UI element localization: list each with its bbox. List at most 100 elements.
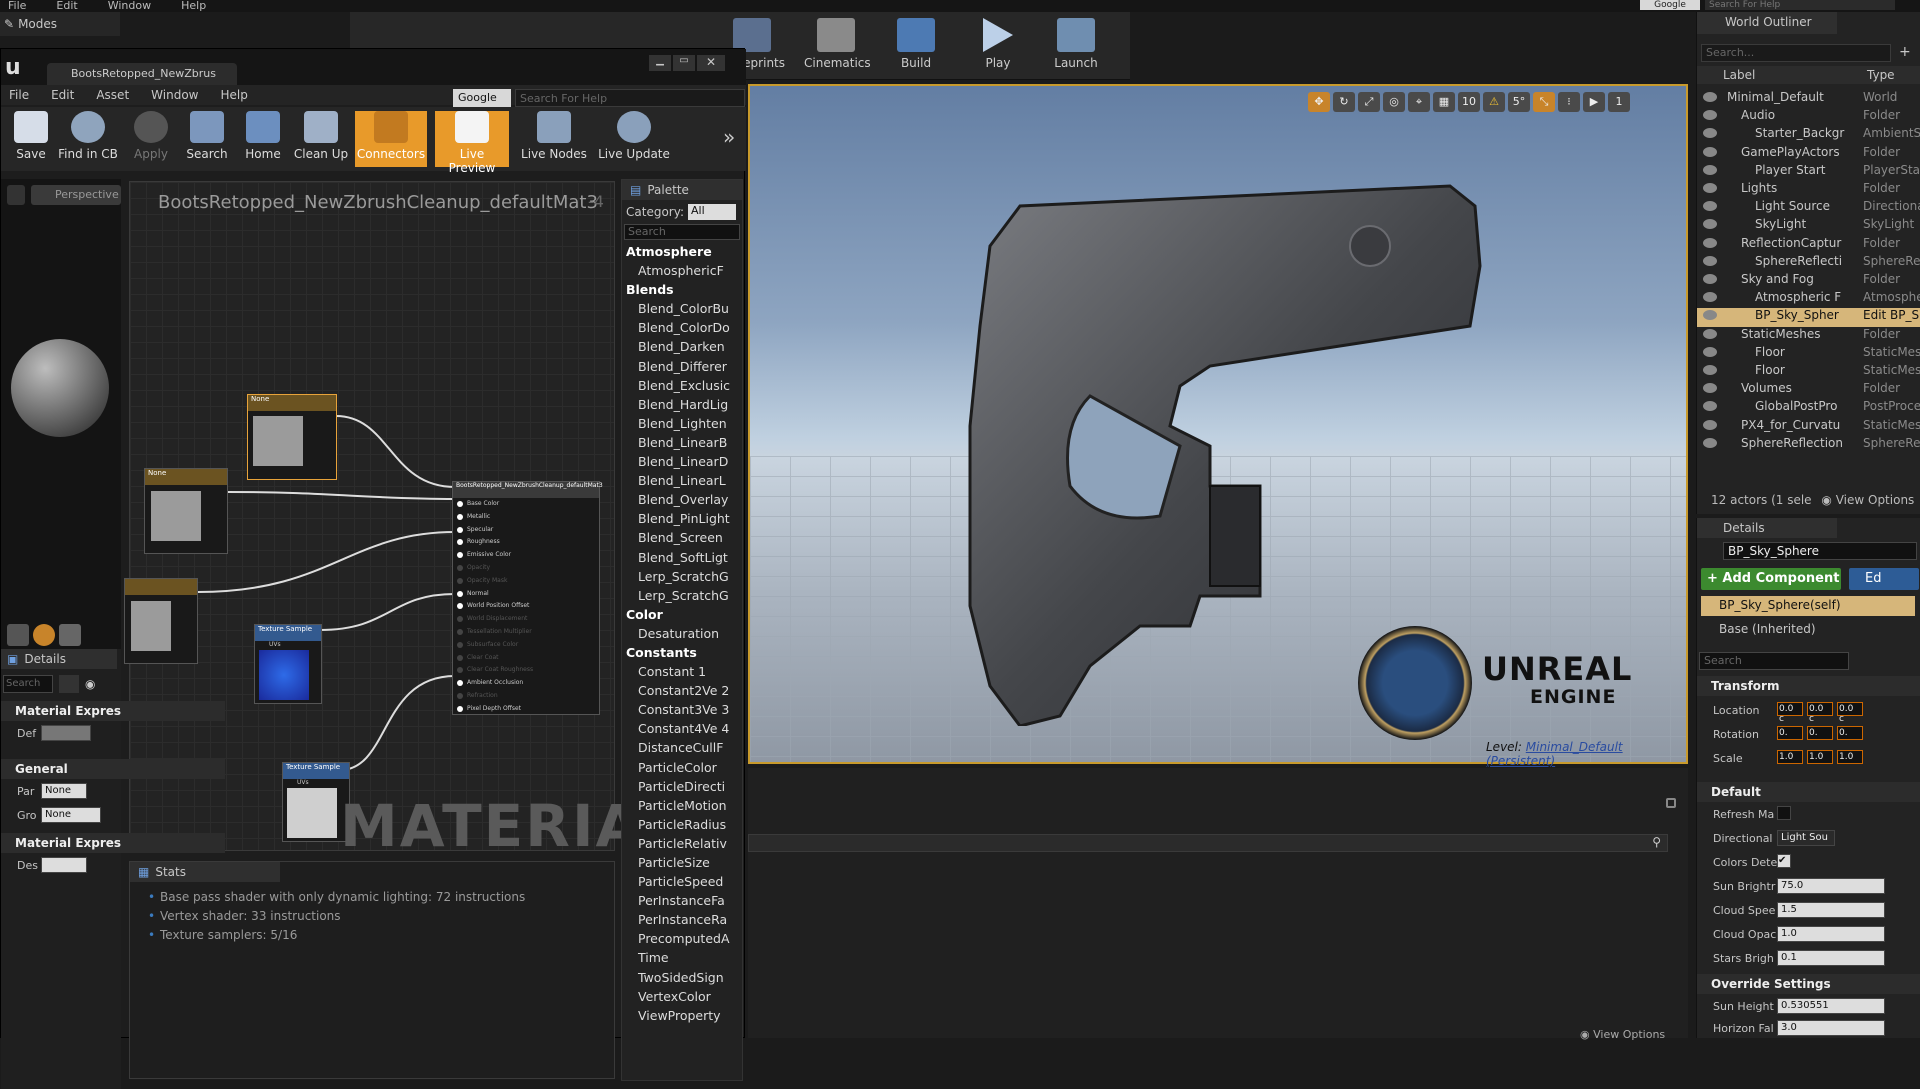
menu-file[interactable]: File [8, 0, 26, 11]
mat-menu-edit[interactable]: Edit [51, 88, 74, 102]
directional-dropdown[interactable]: Light Sou [1777, 830, 1835, 846]
mat-help-search[interactable]: Search For Help [515, 89, 745, 107]
rotation-z[interactable]: 0. [1837, 726, 1863, 740]
palette-item[interactable]: ParticleSize [622, 855, 742, 874]
col-type-header[interactable]: Type [1867, 68, 1895, 82]
palette-item[interactable]: Blend_LinearL [622, 473, 742, 492]
menu-edit[interactable]: Edit [56, 0, 77, 11]
outliner-row[interactable]: Player Start PlayerStar [1697, 163, 1920, 181]
material-input-pin[interactable]: Clear Coat [453, 652, 599, 665]
sec-default[interactable]: Default [1697, 782, 1920, 802]
material-input-pin[interactable]: Clear Coat Roughness [453, 664, 599, 677]
palette-category[interactable]: Constants [622, 645, 742, 664]
palette-tab[interactable]: ▤ Palette [622, 180, 742, 200]
palette-item[interactable]: Blend_LinearD [622, 454, 742, 473]
palette-item[interactable]: Constant4Ve 4 [622, 721, 742, 740]
visibility-eye-icon[interactable] [1703, 110, 1717, 121]
colors-determined-checkbox[interactable]: ✔ [1777, 854, 1791, 868]
visibility-eye-icon[interactable] [1703, 310, 1717, 321]
visibility-eye-icon[interactable] [1703, 237, 1717, 248]
palette-item[interactable]: Blend_ColorDo [622, 320, 742, 339]
palette-item[interactable]: PerInstanceFa [622, 893, 742, 912]
stars-brightness-field[interactable]: 0.1 [1777, 950, 1885, 966]
material-input-pin[interactable]: Refraction [453, 690, 599, 703]
outliner-row[interactable]: Starter_Backgr AmbientSo [1697, 126, 1920, 144]
location-y[interactable]: 0.0 c [1807, 702, 1833, 724]
palette-item[interactable]: Blend_ColorBu [622, 301, 742, 320]
palette-item[interactable]: ViewProperty [622, 1008, 742, 1027]
camera-speed-icon[interactable]: ▶ [1583, 92, 1605, 112]
material-input-pin[interactable]: Emissive Color [453, 549, 599, 562]
sec-transform[interactable]: Transform [1697, 676, 1920, 696]
material-input-pin[interactable]: World Position Offset [453, 600, 599, 613]
menu-window[interactable]: Window [108, 0, 151, 11]
outliner-row[interactable]: GamePlayActors Folder [1697, 145, 1920, 163]
palette-item[interactable]: Blend_SoftLigt [622, 550, 742, 569]
visibility-eye-icon[interactable] [1703, 328, 1717, 339]
palette-item[interactable]: Constant2Ve 2 [622, 683, 742, 702]
visibility-eye-icon[interactable] [1703, 383, 1717, 394]
mat-menu-file[interactable]: File [9, 88, 29, 102]
palette-category[interactable]: Blends [622, 282, 742, 301]
sun-brightness-field[interactable]: 75.0 [1777, 878, 1885, 894]
def-color-swatch[interactable] [41, 725, 91, 741]
outliner-row[interactable]: Sky and Fog Folder [1697, 272, 1920, 290]
material-input-pin[interactable]: Subsurface Color [453, 639, 599, 652]
palette-item[interactable]: AtmosphericF [622, 263, 742, 282]
palette-search-input[interactable]: Search [624, 224, 740, 240]
palette-item[interactable]: ParticleSpeed [622, 874, 742, 893]
search-button[interactable]: Search [179, 111, 235, 167]
build-button[interactable]: Build [884, 16, 948, 76]
palette-item[interactable]: ParticleMotion [622, 798, 742, 817]
palette-item[interactable]: PerInstanceRa [622, 912, 742, 931]
palette-item[interactable]: Time [622, 950, 742, 969]
material-input-pin[interactable]: Normal [453, 588, 599, 601]
palette-item[interactable]: Blend_Darken [622, 339, 742, 358]
details-tab[interactable]: Details [1697, 518, 1837, 538]
sec-override-settings[interactable]: Override Settings [1697, 974, 1920, 994]
material-input-pin[interactable]: Roughness [453, 536, 599, 549]
live-update-button[interactable]: Live Update [595, 111, 673, 167]
modes-tab[interactable]: ✎ Modes [0, 12, 120, 36]
mat-menu-asset[interactable]: Asset [96, 88, 129, 102]
material-input-pin[interactable]: World Displacement [453, 613, 599, 626]
rotation-snap-value[interactable]: 5° [1508, 92, 1530, 112]
save-button[interactable]: Save [3, 111, 59, 167]
outliner-row[interactable]: StaticMeshes Folder [1697, 327, 1920, 345]
content-search-input[interactable]: ⚲ [748, 834, 1668, 852]
eye-icon[interactable]: ◉ [85, 677, 95, 691]
details-tab[interactable]: ▣ Details [1, 649, 117, 669]
palette-item[interactable]: Constant3Ve 3 [622, 702, 742, 721]
outliner-row[interactable]: ReflectionCaptur Folder [1697, 236, 1920, 254]
palette-category[interactable]: Atmosphere [622, 244, 742, 263]
sec-general[interactable]: General [1, 759, 225, 779]
palette-item[interactable]: Blend_Exclusic [622, 378, 742, 397]
par-value-field[interactable]: None [41, 783, 87, 799]
material-editor-titlebar[interactable]: u BootsRetopped_NewZbrus ▁ ▭ ✕ [1, 49, 746, 85]
texture-sample-node-1[interactable]: Texture Sample UVs [254, 624, 322, 704]
details-search-input[interactable]: Search [3, 675, 53, 693]
palette-category[interactable]: Color [622, 607, 742, 626]
visibility-eye-icon[interactable] [1703, 183, 1717, 193]
home-button[interactable]: Home [235, 111, 291, 167]
level-viewport[interactable]: ✥ ↻ ⤢ ◎ ⌖ ▦ 10 ⚠ 5° ⤡ ⁝ ▶ 1 UNREAL ENGINE Level: Min… [748, 84, 1688, 768]
outliner-row[interactable]: Audio Folder [1697, 108, 1920, 126]
palette-item[interactable]: Blend_Screen [622, 530, 742, 549]
cinematics-button[interactable]: Cinematics [804, 16, 871, 76]
mat-menu-help[interactable]: Help [220, 88, 247, 102]
stats-tab[interactable]: ▦ Stats [130, 862, 280, 882]
palette-item[interactable]: Desaturation [622, 626, 742, 645]
visibility-eye-icon[interactable] [1703, 437, 1717, 448]
palette-item[interactable]: Blend_Lighten [622, 416, 742, 435]
visibility-eye-icon[interactable] [1703, 219, 1717, 230]
scale-z[interactable]: 1.0 [1837, 750, 1863, 764]
palette-item[interactable]: ParticleRadius [622, 817, 742, 836]
menu-help[interactable]: Help [181, 0, 206, 11]
scale-x[interactable]: 1.0 [1777, 750, 1803, 764]
component-self-row[interactable]: BP_Sky_Sphere(self) [1701, 596, 1915, 616]
outliner-row[interactable]: Floor StaticMesh [1697, 363, 1920, 381]
palette-item[interactable]: ParticleRelativ [622, 836, 742, 855]
outliner-row[interactable]: Light Source Directiona [1697, 199, 1920, 217]
add-component-button[interactable]: + Add Component [1701, 568, 1841, 590]
preview-plane-button[interactable] [59, 624, 81, 646]
